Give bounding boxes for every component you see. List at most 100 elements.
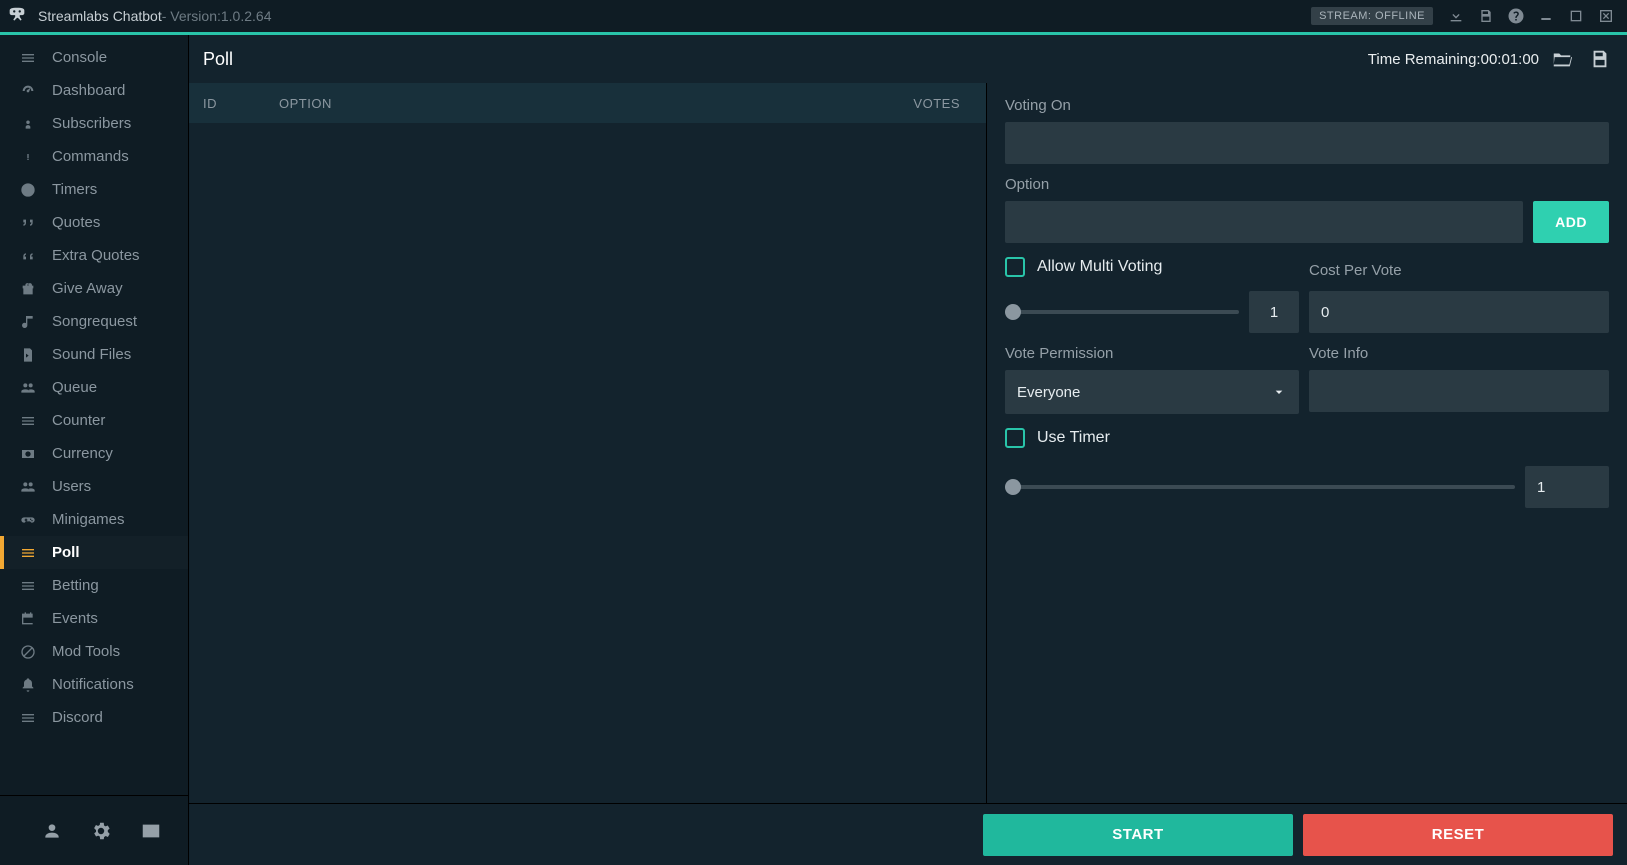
envelope-icon[interactable] (140, 820, 162, 842)
sidebar-item-notifications[interactable]: Notifications (0, 668, 188, 701)
sidebar-item-label: Discord (52, 709, 103, 726)
sidebar-item-give-away[interactable]: Give Away (0, 272, 188, 305)
minimize-icon[interactable] (1533, 3, 1559, 29)
sidebar-item-subscribers[interactable]: Subscribers (0, 107, 188, 140)
sidebar-item-sound-files[interactable]: Sound Files (0, 338, 188, 371)
sidebar-item-console[interactable]: Console (0, 41, 188, 74)
sidebar-item-queue[interactable]: Queue (0, 371, 188, 404)
sidebar-item-dashboard[interactable]: Dashboard (0, 74, 188, 107)
maximize-icon[interactable] (1563, 3, 1589, 29)
sidebar-item-poll[interactable]: Poll (0, 536, 188, 569)
option-label: Option (1005, 176, 1609, 193)
save-disk-icon[interactable] (1473, 3, 1499, 29)
calendar-icon (18, 611, 38, 627)
sidebar-item-quotes[interactable]: Quotes (0, 206, 188, 239)
stream-status-badge: STREAM: OFFLINE (1311, 7, 1433, 25)
gamepad-icon (18, 512, 38, 528)
app-logo-icon (6, 5, 28, 27)
bars-icon (18, 545, 38, 561)
close-icon[interactable] (1593, 3, 1619, 29)
sidebar-item-label: Give Away (52, 280, 123, 297)
sidebar-item-counter[interactable]: Counter (0, 404, 188, 437)
sidebar-item-label: Commands (52, 148, 129, 165)
sidebar-item-label: Subscribers (52, 115, 131, 132)
content-header: Poll Time Remaining: 00:01:00 (189, 35, 1627, 83)
sidebar-item-label: Mod Tools (52, 643, 120, 660)
vote-permission-select[interactable]: Everyone (1005, 370, 1299, 414)
sidebar-item-extra-quotes[interactable]: Extra Quotes (0, 239, 188, 272)
sidebar-item-events[interactable]: Events (0, 602, 188, 635)
timer-slider[interactable] (1005, 477, 1515, 497)
sidebar-item-label: Notifications (52, 676, 134, 693)
user-icon[interactable] (42, 821, 62, 841)
bell-icon (18, 677, 38, 693)
sidebar-item-label: Extra Quotes (52, 247, 140, 264)
allow-multi-label: Allow Multi Voting (1037, 258, 1162, 276)
use-timer-label: Use Timer (1037, 429, 1110, 447)
cost-per-vote-input[interactable] (1309, 291, 1609, 333)
multi-vote-slider[interactable] (1005, 302, 1239, 322)
sidebar-item-label: Minigames (52, 511, 125, 528)
titlebar: Streamlabs Chatbot - Version: 1.0.2.64 S… (0, 0, 1627, 32)
table-header-option: OPTION (279, 96, 896, 111)
users-icon (18, 479, 38, 495)
sidebar-item-minigames[interactable]: Minigames (0, 503, 188, 536)
table-header-votes: VOTES (896, 96, 986, 111)
download-icon[interactable] (1443, 3, 1469, 29)
cash-icon (18, 446, 38, 462)
quote-r-icon (18, 215, 38, 231)
sidebar-item-currency[interactable]: Currency (0, 437, 188, 470)
sidebar-item-users[interactable]: Users (0, 470, 188, 503)
voting-on-label: Voting On (1005, 97, 1609, 114)
gauge-icon (18, 83, 38, 99)
help-icon[interactable] (1503, 3, 1529, 29)
sidebar-item-label: Console (52, 49, 107, 66)
app-version: 1.0.2.64 (221, 8, 272, 24)
save-icon[interactable] (1585, 44, 1615, 74)
multi-vote-value[interactable] (1249, 291, 1299, 333)
sidebar-item-label: Songrequest (52, 313, 137, 330)
sidebar-item-label: Events (52, 610, 98, 627)
content: Poll Time Remaining: 00:01:00 ID OPTION … (189, 35, 1627, 865)
allow-multi-checkbox[interactable] (1005, 257, 1025, 277)
sidebar-item-label: Queue (52, 379, 97, 396)
exclaim-icon (18, 149, 38, 165)
bars-icon (18, 710, 38, 726)
app-version-prefix: - Version: (162, 8, 221, 24)
option-input[interactable] (1005, 201, 1523, 243)
poll-settings-panel: Voting On Option ADD Allow Multi Voting (987, 83, 1627, 803)
vote-permission-value: Everyone (1017, 384, 1080, 401)
sidebar-item-timers[interactable]: Timers (0, 173, 188, 206)
sidebar: Console Dashboard Subscribers Commands Timer… (0, 35, 189, 865)
gear-icon[interactable] (90, 820, 112, 842)
time-remaining-value: 00:01:00 (1481, 51, 1539, 68)
use-timer-checkbox[interactable] (1005, 428, 1025, 448)
sidebar-item-mod-tools[interactable]: Mod Tools (0, 635, 188, 668)
ban-icon (18, 644, 38, 660)
app-name: Streamlabs Chatbot (38, 8, 162, 24)
sidebar-item-label: Sound Files (52, 346, 131, 363)
time-remaining-label: Time Remaining: (1368, 51, 1481, 68)
sidebar-item-commands[interactable]: Commands (0, 140, 188, 173)
timer-value[interactable] (1525, 466, 1609, 508)
start-button[interactable]: START (983, 814, 1293, 856)
music-icon (18, 314, 38, 330)
sidebar-item-songrequest[interactable]: Songrequest (0, 305, 188, 338)
sound-file-icon (18, 347, 38, 363)
sidebar-item-discord[interactable]: Discord (0, 701, 188, 734)
reset-button[interactable]: RESET (1303, 814, 1613, 856)
vote-permission-label: Vote Permission (1005, 345, 1299, 362)
folder-open-icon[interactable] (1547, 44, 1577, 74)
sidebar-item-label: Dashboard (52, 82, 125, 99)
sidebar-nav: Console Dashboard Subscribers Commands Timer… (0, 35, 188, 795)
add-button[interactable]: ADD (1533, 201, 1609, 243)
poll-table: ID OPTION VOTES (189, 83, 987, 803)
table-header-id: ID (189, 96, 279, 111)
sidebar-item-label: Counter (52, 412, 105, 429)
sidebar-item-betting[interactable]: Betting (0, 569, 188, 602)
vote-info-input[interactable] (1309, 370, 1609, 412)
page-title: Poll (203, 49, 233, 70)
users-icon (18, 380, 38, 396)
voting-on-input[interactable] (1005, 122, 1609, 164)
vote-info-label: Vote Info (1309, 345, 1609, 362)
